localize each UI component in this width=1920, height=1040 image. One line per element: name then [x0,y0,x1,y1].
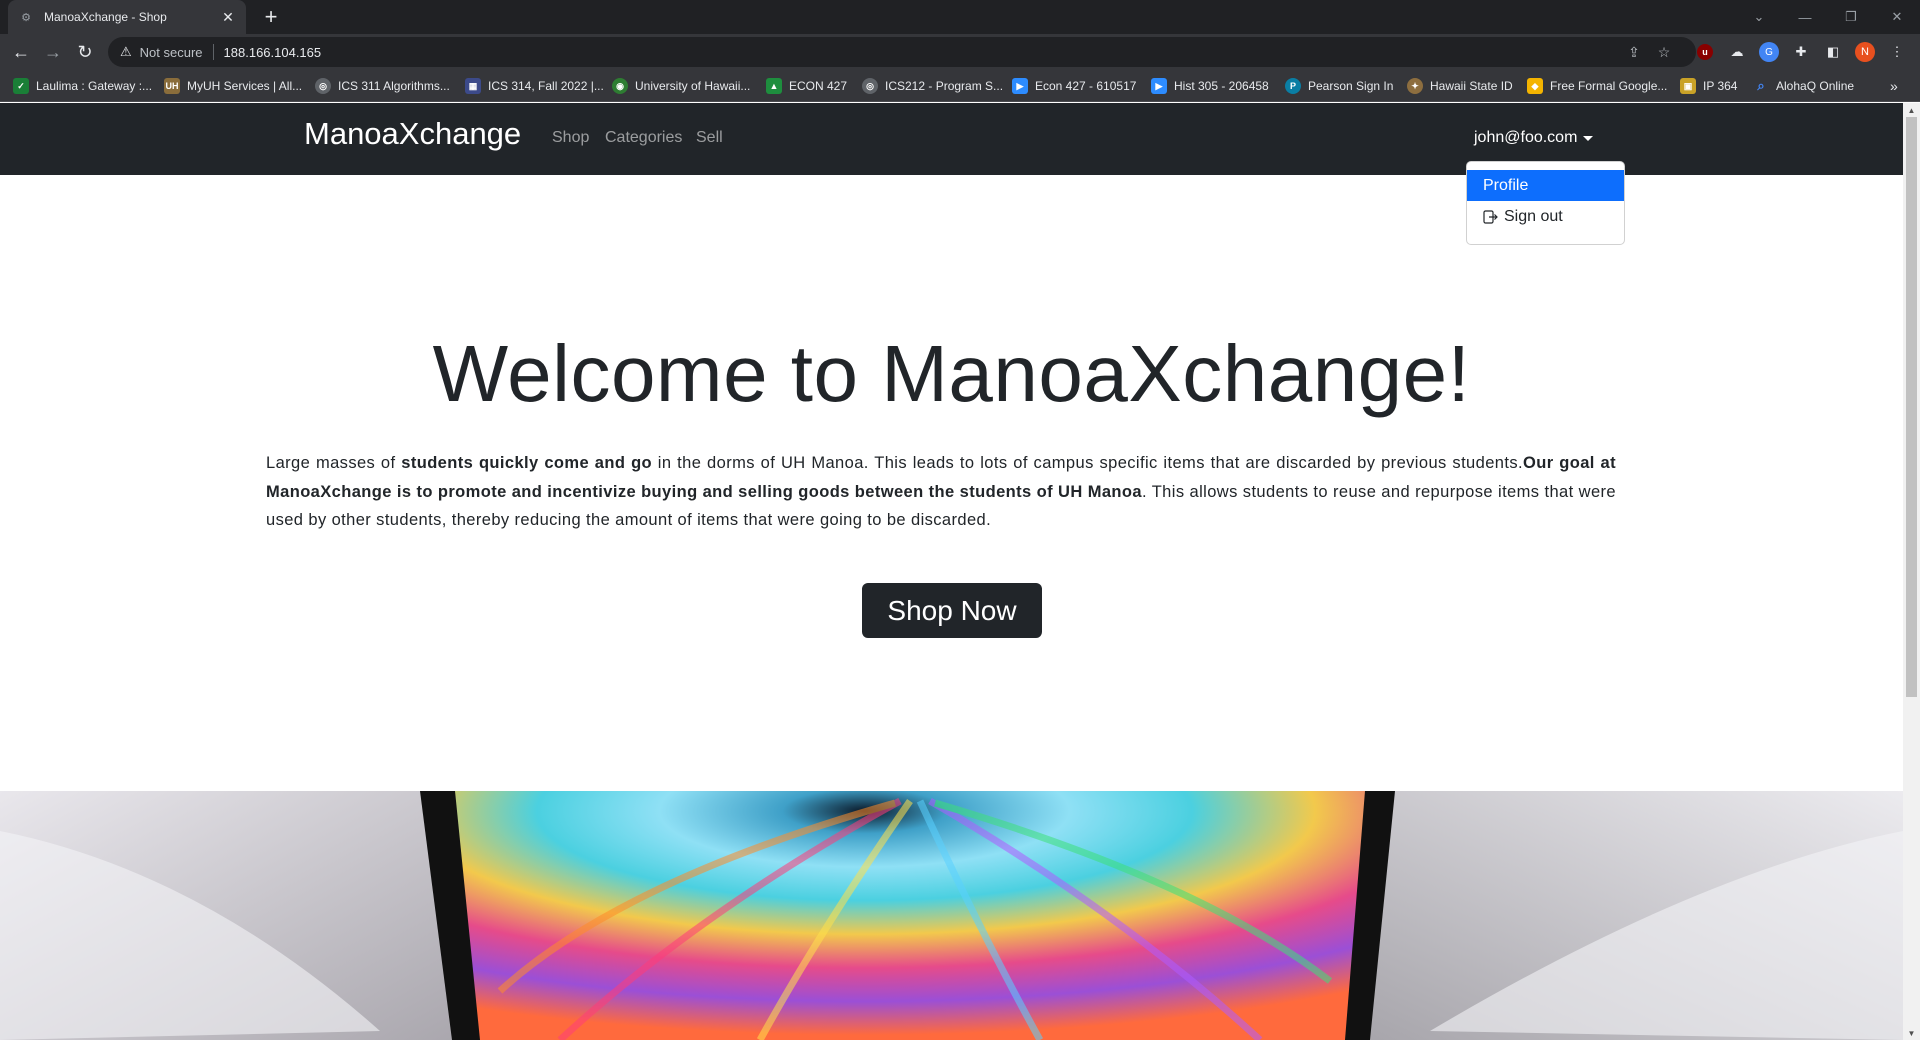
browser-tab-strip: ⚙ ManoaXchange - Shop ✕ + ⌄ — ❐ ✕ [0,0,1920,34]
bookmark-item[interactable]: ✦ Hawaii State ID [1407,77,1513,95]
page-viewport: ManoaXchange Shop Categories Sell john@f… [0,103,1903,1040]
bookmarks-bar: ✓ Laulima : Gateway :... UH MyUH Services … [0,70,1920,102]
bookmark-favicon-icon: ◆ [1527,78,1543,94]
minimize-icon[interactable]: — [1782,0,1828,34]
bookmark-label: Hawaii State ID [1430,79,1513,93]
forward-icon[interactable]: → [40,39,66,65]
share-icon[interactable]: ⇪ [1624,42,1644,62]
nav-link-categories[interactable]: Categories [605,129,682,147]
hero-text-part: Large masses of [266,454,402,472]
bookmark-favicon-icon: ✓ [13,78,29,94]
hero-text-part: in the dorms of UH Manoa. This leads to … [652,454,1523,472]
not-secure-label[interactable]: Not secure [140,45,203,60]
sign-out-label: Sign out [1504,207,1563,225]
tab-close-icon[interactable]: ✕ [220,9,236,26]
bookmark-favicon-icon: ▲ [766,78,782,94]
dropdown-item-profile[interactable]: Profile [1467,170,1624,201]
bookmark-item[interactable]: P Pearson Sign In [1285,77,1393,95]
bookmark-item[interactable]: ◎ ICS 311 Algorithms... [315,77,450,95]
bookmark-label: ECON 427 [789,79,848,93]
bookmark-label: Econ 427 - 610517 [1035,79,1137,93]
bookmark-item[interactable]: ▣ IP 364 [1680,77,1737,95]
zoom-favicon-icon: ▶ [1012,78,1028,94]
bookmark-favicon-icon: UH [164,78,180,94]
bookmark-label: IP 364 [1703,79,1738,93]
bookmark-favicon-icon: ◎ [315,78,331,94]
extensions-puzzle-icon[interactable]: ✚ [1790,41,1812,63]
bookmark-label: Pearson Sign In [1308,79,1394,93]
user-email: john@foo.com [1474,129,1578,146]
bookmark-label: University of Hawaii... [635,79,751,93]
hero-description: Large masses of students quickly come an… [266,449,1616,535]
search-favicon-icon: ⌕ [1757,78,1765,93]
new-tab-button[interactable]: + [258,4,284,30]
user-dropdown-menu: Profile Sign out [1466,161,1625,245]
side-panel-icon[interactable]: ◧ [1822,41,1844,63]
bookmark-item[interactable]: UH MyUH Services | All... [164,77,302,95]
scroll-up-arrow-icon[interactable]: ▲ [1903,103,1920,117]
bookmark-item[interactable]: ✓ Laulima : Gateway :... [13,77,152,95]
profile-avatar[interactable]: N [1855,42,1875,62]
bookmark-star-icon[interactable]: ☆ [1654,42,1674,62]
bookmark-item[interactable]: ▶ Hist 305 - 206458 [1151,77,1269,95]
bookmark-label: Laulima : Gateway :... [36,79,153,93]
caret-down-icon [1583,135,1594,141]
site-favicon-icon: ⚙ [21,11,31,24]
bookmark-label: ICS 314, Fall 2022 |... [488,79,604,93]
brand-logo-link[interactable]: ManoaXchange [304,116,521,152]
dropdown-item-sign-out[interactable]: Sign out [1467,201,1624,232]
scroll-down-arrow-icon[interactable]: ▼ [1903,1026,1920,1040]
tab-title: ManoaXchange - Shop [44,10,167,24]
scrollbar-thumb[interactable] [1906,117,1917,697]
sign-out-icon [1483,209,1499,224]
hero-title: Welcome to ManoaXchange! [432,329,1471,418]
bookmark-label: MyUH Services | All... [187,79,303,93]
reload-icon[interactable]: ↻ [72,39,98,65]
restore-icon[interactable]: ❐ [1828,0,1874,34]
nav-link-sell[interactable]: Sell [696,129,723,147]
bookmark-label: Free Formal Google... [1550,79,1668,93]
bookmark-item[interactable]: ⌕ AlohaQ Online [1753,77,1854,95]
bookmark-item[interactable]: ◉ University of Hawaii... [612,77,750,95]
bookmark-item[interactable]: ▶ Econ 427 - 610517 [1012,77,1136,95]
bookmark-item[interactable]: ◆ Free Formal Google... [1527,77,1667,95]
bookmark-item[interactable]: ◎ ICS212 - Program S... [862,77,1003,95]
bookmark-item[interactable]: ▦ ICS 314, Fall 2022 |... [465,77,604,95]
bookmark-item[interactable]: ▲ ECON 427 [766,77,847,95]
ublock-extension-icon[interactable]: u [1697,44,1713,60]
bookmark-label: Hist 305 - 206458 [1174,79,1269,93]
bookmark-favicon-icon: ▦ [465,78,481,94]
hero-banner-image [0,791,1903,1040]
seal-favicon-icon: ✦ [1407,78,1423,94]
bookmark-favicon-icon: ◉ [612,78,628,94]
back-icon[interactable]: ← [8,39,34,65]
bookmark-label: AlohaQ Online [1776,79,1855,93]
pearson-favicon-icon: P [1285,78,1301,94]
browser-toolbar: ← → ↻ ⚠ Not secure 188.166.104.165 ⇪ ☆ u… [0,34,1920,70]
page-scrollbar[interactable]: ▲ ▼ [1903,103,1920,1040]
translate-extension-icon[interactable]: G [1759,42,1779,62]
browser-menu-icon[interactable]: ⋮ [1886,41,1908,63]
bookmark-label: ICS 311 Algorithms... [338,79,450,93]
user-dropdown-toggle[interactable]: john@foo.com [1474,129,1594,147]
address-bar[interactable]: ⚠ Not secure 188.166.104.165 ⇪ ☆ [108,37,1696,67]
bookmarks-overflow-icon[interactable]: » [1890,77,1898,95]
hero-text-bold: students quickly come and go [401,454,653,472]
omnibox-divider [212,44,214,60]
extension-icon[interactable]: ☁ [1726,41,1748,63]
window-close-icon[interactable]: ✕ [1874,0,1920,34]
bookmark-label: ICS212 - Program S... [885,79,1004,93]
bookmark-favicon-icon: ◎ [862,78,878,94]
warning-icon[interactable]: ⚠ [120,44,132,60]
tab-search-icon[interactable]: ⌄ [1736,0,1782,34]
browser-tab[interactable]: ⚙ ManoaXchange - Shop ✕ [8,0,246,34]
url-text[interactable]: 188.166.104.165 [224,45,322,60]
nav-link-shop[interactable]: Shop [552,129,589,147]
shop-now-button[interactable]: Shop Now [862,583,1042,638]
bookmark-favicon-icon: ▣ [1680,78,1696,94]
zoom-favicon-icon: ▶ [1151,78,1167,94]
